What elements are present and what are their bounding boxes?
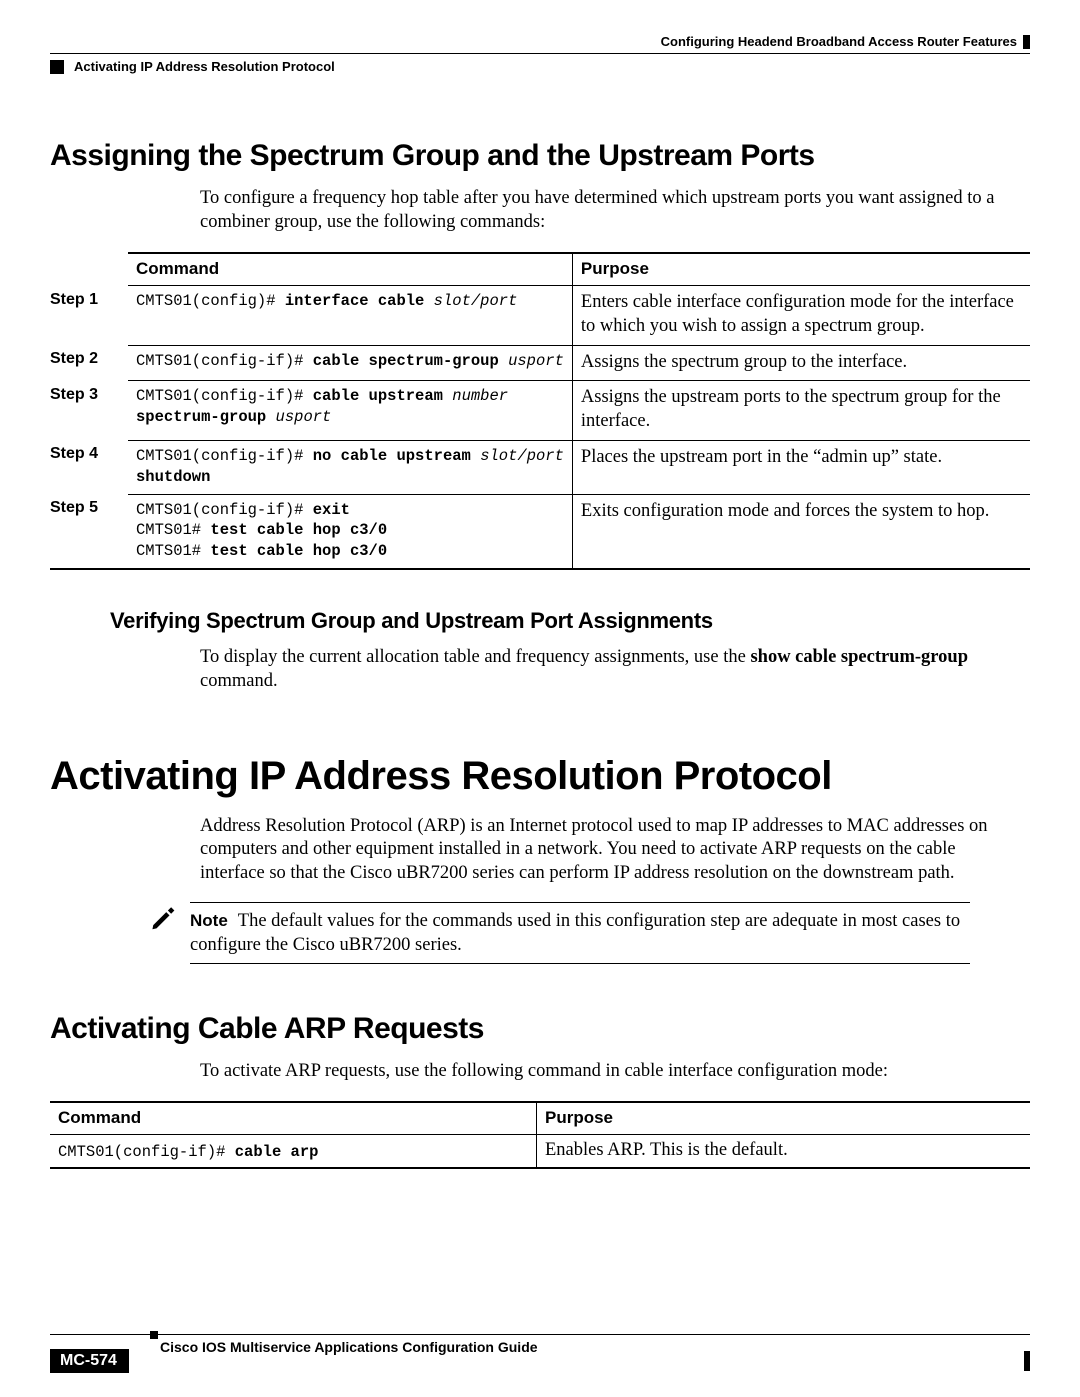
subsection-body-verifying: To display the current allocation table …	[200, 646, 1020, 693]
command-line: CMTS01# test cable hop c3/0	[136, 520, 564, 541]
section-heading-cable-arp: Activating Cable ARP Requests	[50, 1012, 1030, 1046]
steps-table-command-head: Command	[128, 253, 572, 286]
note-pen-icon	[150, 902, 176, 935]
step-label: Step 3	[50, 381, 128, 440]
chapter-body-arp: Address Resolution Protocol (ARP) is an …	[200, 815, 1020, 886]
subsection-heading-verifying: Verifying Spectrum Group and Upstream Po…	[110, 608, 1030, 634]
note-text: The default values for the commands used…	[190, 911, 960, 955]
header-rule	[50, 53, 1030, 54]
step-label: Step 2	[50, 345, 128, 381]
section-heading-assigning: Assigning the Spectrum Group and the Ups…	[50, 139, 1030, 173]
command-line: CMTS01(config-if)# cable spectrum-group …	[136, 351, 564, 372]
page-footer: Cisco IOS Multiservice Applications Conf…	[50, 1334, 1030, 1369]
header-square-icon	[50, 60, 64, 74]
purpose-cell: Assigns the spectrum group to the interf…	[572, 345, 1030, 381]
arp-table-purpose-cell: Enables ARP. This is the default.	[537, 1135, 1031, 1169]
command-cell: CMTS01(config-if)# exitCMTS01# test cabl…	[128, 494, 572, 569]
table-row: Step 4 CMTS01(config-if)# no cable upstre…	[50, 440, 1030, 494]
purpose-cell: Places the upstream port in the “admin u…	[572, 440, 1030, 494]
command-line: CMTS01(config-if)# cable upstream number	[136, 386, 564, 407]
arp-table-command-head: Command	[50, 1102, 537, 1135]
section-body-cable-arp: To activate ARP requests, use the follow…	[200, 1060, 1020, 1084]
footer-corner-square-icon	[150, 1331, 158, 1339]
command-line: spectrum-group usport	[136, 407, 564, 428]
table-row: Step 1 CMTS01(config)# interface cable sl…	[50, 286, 1030, 345]
header-right: Configuring Headend Broadband Access Rou…	[661, 34, 1030, 49]
note-block: NoteThe default values for the commands …	[150, 902, 970, 964]
purpose-cell: Assigns the upstream ports to the spectr…	[572, 381, 1030, 440]
command-cell: CMTS01(config-if)# no cable upstream slo…	[128, 440, 572, 494]
command-cell: CMTS01(config-if)# cable upstream number…	[128, 381, 572, 440]
header-chapter-title: Configuring Headend Broadband Access Rou…	[661, 34, 1017, 49]
arp-command-line: CMTS01(config-if)# cable arp	[58, 1143, 318, 1161]
footer-bar-end-icon	[1024, 1351, 1030, 1371]
page-number-pill: MC-574	[50, 1349, 129, 1373]
table-row: Step 2 CMTS01(config-if)# cable spectrum-…	[50, 345, 1030, 381]
section-intro-text: To configure a frequency hop table after…	[200, 187, 1020, 234]
command-cell: CMTS01(config)# interface cable slot/por…	[128, 286, 572, 345]
arp-table-command-cell: CMTS01(config-if)# cable arp	[50, 1135, 537, 1169]
command-line: shutdown	[136, 467, 564, 488]
step-label: Step 5	[50, 494, 128, 569]
note-body: NoteThe default values for the commands …	[190, 902, 970, 964]
table-row: Step 5CMTS01(config-if)# exitCMTS01# tes…	[50, 494, 1030, 569]
step-label: Step 1	[50, 286, 128, 345]
steps-table: Command Purpose Step 1 CMTS01(config)# in…	[50, 252, 1030, 570]
command-line: CMTS01# test cable hop c3/0	[136, 541, 564, 562]
command-line: CMTS01(config-if)# exit	[136, 500, 564, 521]
steps-table-step-head	[50, 253, 128, 286]
table-row: CMTS01(config-if)# cable arp Enables ARP…	[50, 1135, 1030, 1169]
header-left: Activating IP Address Resolution Protoco…	[50, 59, 335, 74]
command-cell: CMTS01(config-if)# cable spectrum-group …	[128, 345, 572, 381]
running-header: Configuring Headend Broadband Access Rou…	[50, 34, 1030, 84]
table-row: Step 3CMTS01(config-if)# cable upstream …	[50, 381, 1030, 440]
command-line: CMTS01(config)# interface cable slot/por…	[136, 291, 564, 312]
step-label: Step 4	[50, 440, 128, 494]
arp-table-purpose-head: Purpose	[537, 1102, 1031, 1135]
note-label: Note	[190, 911, 228, 930]
header-rule-end-icon	[1023, 35, 1030, 49]
command-line: CMTS01(config-if)# no cable upstream slo…	[136, 446, 564, 467]
purpose-cell: Enters cable interface configuration mod…	[572, 286, 1030, 345]
arp-table: Command Purpose CMTS01(config-if)# cable…	[50, 1101, 1030, 1169]
steps-table-purpose-head: Purpose	[572, 253, 1030, 286]
purpose-cell: Exits configuration mode and forces the …	[572, 494, 1030, 569]
chapter-heading-arp: Activating IP Address Resolution Protoco…	[50, 754, 1030, 799]
header-section-title: Activating IP Address Resolution Protoco…	[74, 59, 335, 74]
